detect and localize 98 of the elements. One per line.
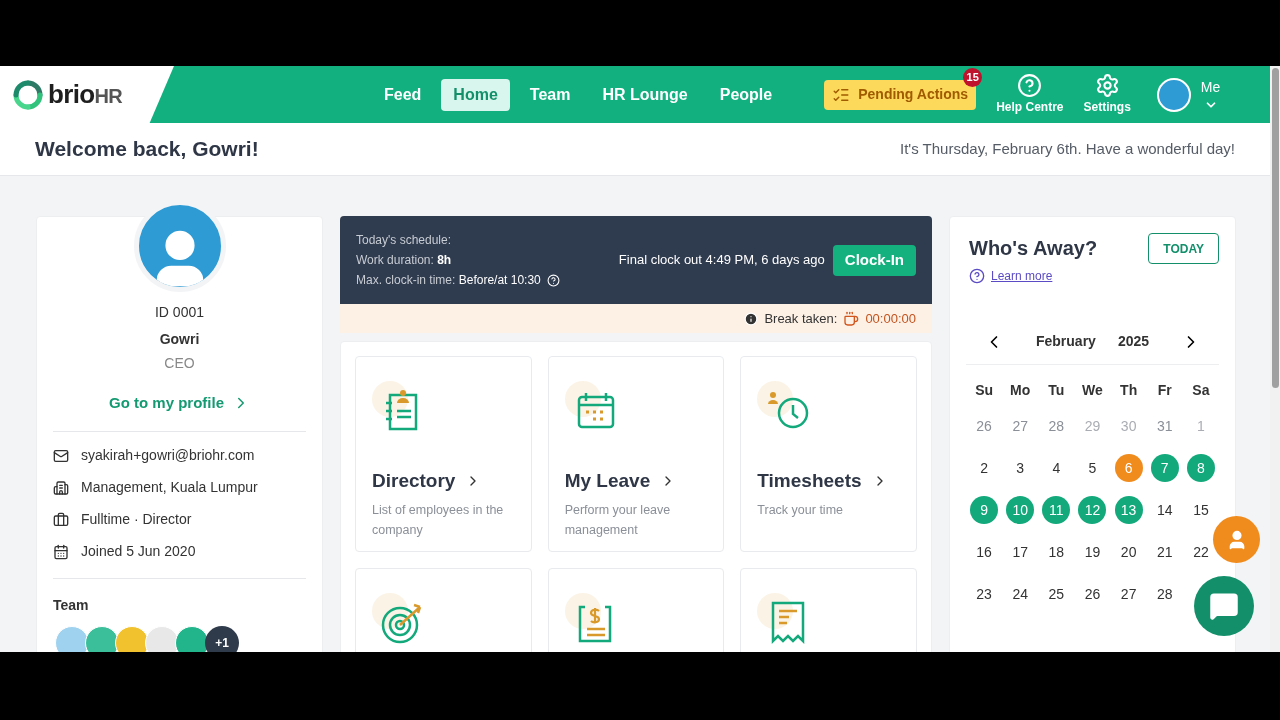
calendar-day[interactable]: 28 — [1157, 583, 1173, 605]
calendar-day[interactable]: 8 — [1186, 454, 1215, 482]
calendar-day[interactable]: 26 — [1084, 583, 1101, 605]
team-heading: Team — [53, 595, 90, 615]
joined-icon — [53, 543, 69, 560]
employee-role: CEO — [164, 354, 195, 373]
calendar-day[interactable]: 17 — [1012, 541, 1028, 563]
nav-tab[interactable]: HR Lounge — [590, 78, 700, 111]
settings-button[interactable]: Settings — [1083, 73, 1131, 116]
nav-tab[interactable]: Home — [441, 78, 510, 111]
calendar-day[interactable]: 14 — [1157, 499, 1173, 521]
schedule-title: Today's schedule: — [356, 232, 452, 249]
clock-in-limit-text: Max. clock-in time: Before/at 10:30 — [356, 272, 541, 289]
more-members-count[interactable]: +1 — [205, 625, 239, 652]
calendar-day[interactable]: 12 — [1078, 496, 1107, 524]
office-icon — [53, 479, 69, 496]
user-avatar[interactable] — [1156, 77, 1191, 112]
help-icon — [1017, 73, 1043, 98]
detail-text: Joined 5 Jun 2020 — [81, 542, 196, 561]
calendar-day[interactable]: 16 — [976, 541, 992, 563]
email-icon — [53, 447, 69, 464]
help-icon[interactable] — [546, 273, 560, 287]
weekday-label: Fr — [1156, 380, 1173, 400]
tile-title: My Leave — [564, 469, 651, 493]
notification-badge: 15 — [963, 67, 983, 87]
help-centre-button[interactable]: Help Centre — [996, 73, 1064, 116]
break-label: Break taken: — [764, 309, 838, 328]
calendar-day[interactable]: 6 — [1114, 454, 1143, 482]
employee-id: ID 0001 — [154, 303, 204, 322]
calendar-day[interactable]: 27 — [1012, 415, 1028, 437]
calendar-day[interactable]: 31 — [1157, 415, 1173, 437]
calendar-day[interactable]: 18 — [1048, 541, 1065, 563]
calendar-day[interactable]: 4 — [1052, 457, 1061, 479]
calendar-day[interactable]: 29 — [1084, 415, 1101, 437]
tile-title: Directory — [372, 469, 456, 493]
calendar-day[interactable]: 11 — [1042, 496, 1071, 524]
calendar-day[interactable]: 1 — [1197, 415, 1205, 437]
break-timer: 00:00:00 — [865, 309, 916, 328]
calendar-day[interactable]: 22 — [1193, 541, 1209, 563]
weekday-label: Th — [1119, 380, 1139, 400]
calendar-day[interactable]: 30 — [1120, 415, 1137, 437]
calendar-day[interactable]: 10 — [1006, 496, 1035, 524]
job-icon — [53, 511, 69, 528]
calendar-day[interactable]: 27 — [1120, 583, 1137, 605]
calendar-day[interactable]: 3 — [1016, 457, 1025, 479]
shortcut-tile[interactable]: Directory List of employees in the company — [355, 356, 532, 552]
learn-more-link[interactable]: Learn more — [991, 267, 1053, 285]
calendar-day[interactable]: 7 — [1150, 454, 1179, 482]
shortcut-tile[interactable]: Timesheets Track your time — [740, 356, 917, 552]
last-clock-out-text: Final clock out 4:49 PM, 6 days ago — [618, 251, 825, 270]
scrollbar[interactable] — [1270, 66, 1280, 652]
calendar-day[interactable]: 13 — [1114, 496, 1143, 524]
calendar-day[interactable]: 20 — [1120, 541, 1137, 563]
nav-tab[interactable]: Feed — [372, 78, 434, 111]
month-label[interactable]: February — [1035, 331, 1096, 352]
calendar-day[interactable]: 19 — [1084, 541, 1101, 563]
detail-text: syakirah+gowri@briohr.com — [81, 446, 255, 465]
shortcut-tile[interactable]: My Leave Perform your leave management — [547, 356, 725, 552]
cup-icon — [843, 310, 860, 327]
tile-title: Timesheets — [757, 469, 862, 493]
brand-logo: brioHR — [48, 78, 123, 111]
calendar-day[interactable]: 21 — [1157, 541, 1173, 563]
calendar-day[interactable]: 23 — [976, 583, 992, 605]
settings-icon — [1094, 73, 1120, 98]
help-icon — [969, 268, 985, 284]
nav-tab[interactable]: People — [707, 78, 785, 111]
calendar-day[interactable]: 15 — [1193, 499, 1209, 521]
profile-link[interactable]: Go to my profile — [109, 392, 250, 415]
today-button[interactable]: TODAY — [1148, 233, 1219, 264]
calendar-day[interactable]: 25 — [1048, 583, 1065, 605]
calendar-day[interactable]: 9 — [970, 496, 999, 524]
calendar-day[interactable]: 2 — [980, 457, 988, 479]
detail-text: Fulltime · Director — [81, 510, 192, 529]
chat-icon — [1209, 591, 1239, 621]
calendar-day[interactable]: 28 — [1048, 415, 1065, 437]
weekday-label: We — [1081, 380, 1104, 400]
work-duration-text: Work duration: 8h — [356, 252, 453, 269]
team-member-avatar[interactable] — [175, 625, 209, 652]
nav-tab[interactable]: Team — [517, 78, 583, 111]
calendar-day[interactable]: 5 — [1088, 457, 1097, 479]
detail-text: Management, Kuala Lumpur — [81, 478, 258, 497]
clock-in-button[interactable]: Clock-In — [832, 244, 916, 276]
weekday-label: Mo — [1009, 380, 1032, 400]
tile-description: List of employees in the company — [372, 501, 505, 539]
whos-away-heading: Who's Away? — [969, 236, 1098, 261]
weekday-label: Su — [974, 380, 994, 400]
me-menu-label[interactable]: Me — [1200, 77, 1221, 98]
weekday-label: Tu — [1047, 380, 1066, 400]
year-label[interactable]: 2025 — [1117, 331, 1150, 352]
tile-description: Perform your leave management — [564, 501, 672, 539]
calendar-day[interactable]: 26 — [976, 415, 992, 437]
welcome-heading: Welcome back, Gowri! — [35, 136, 259, 163]
tile-description: Track your time — [757, 501, 844, 519]
info-icon — [744, 311, 759, 326]
weekday-label: Sa — [1191, 380, 1211, 400]
greeting-text: It's Thursday, February 6th. Have a wonderful day! — [900, 138, 1235, 159]
calendar-day[interactable]: 24 — [1012, 583, 1028, 605]
employee-name: Gowri — [159, 330, 200, 349]
